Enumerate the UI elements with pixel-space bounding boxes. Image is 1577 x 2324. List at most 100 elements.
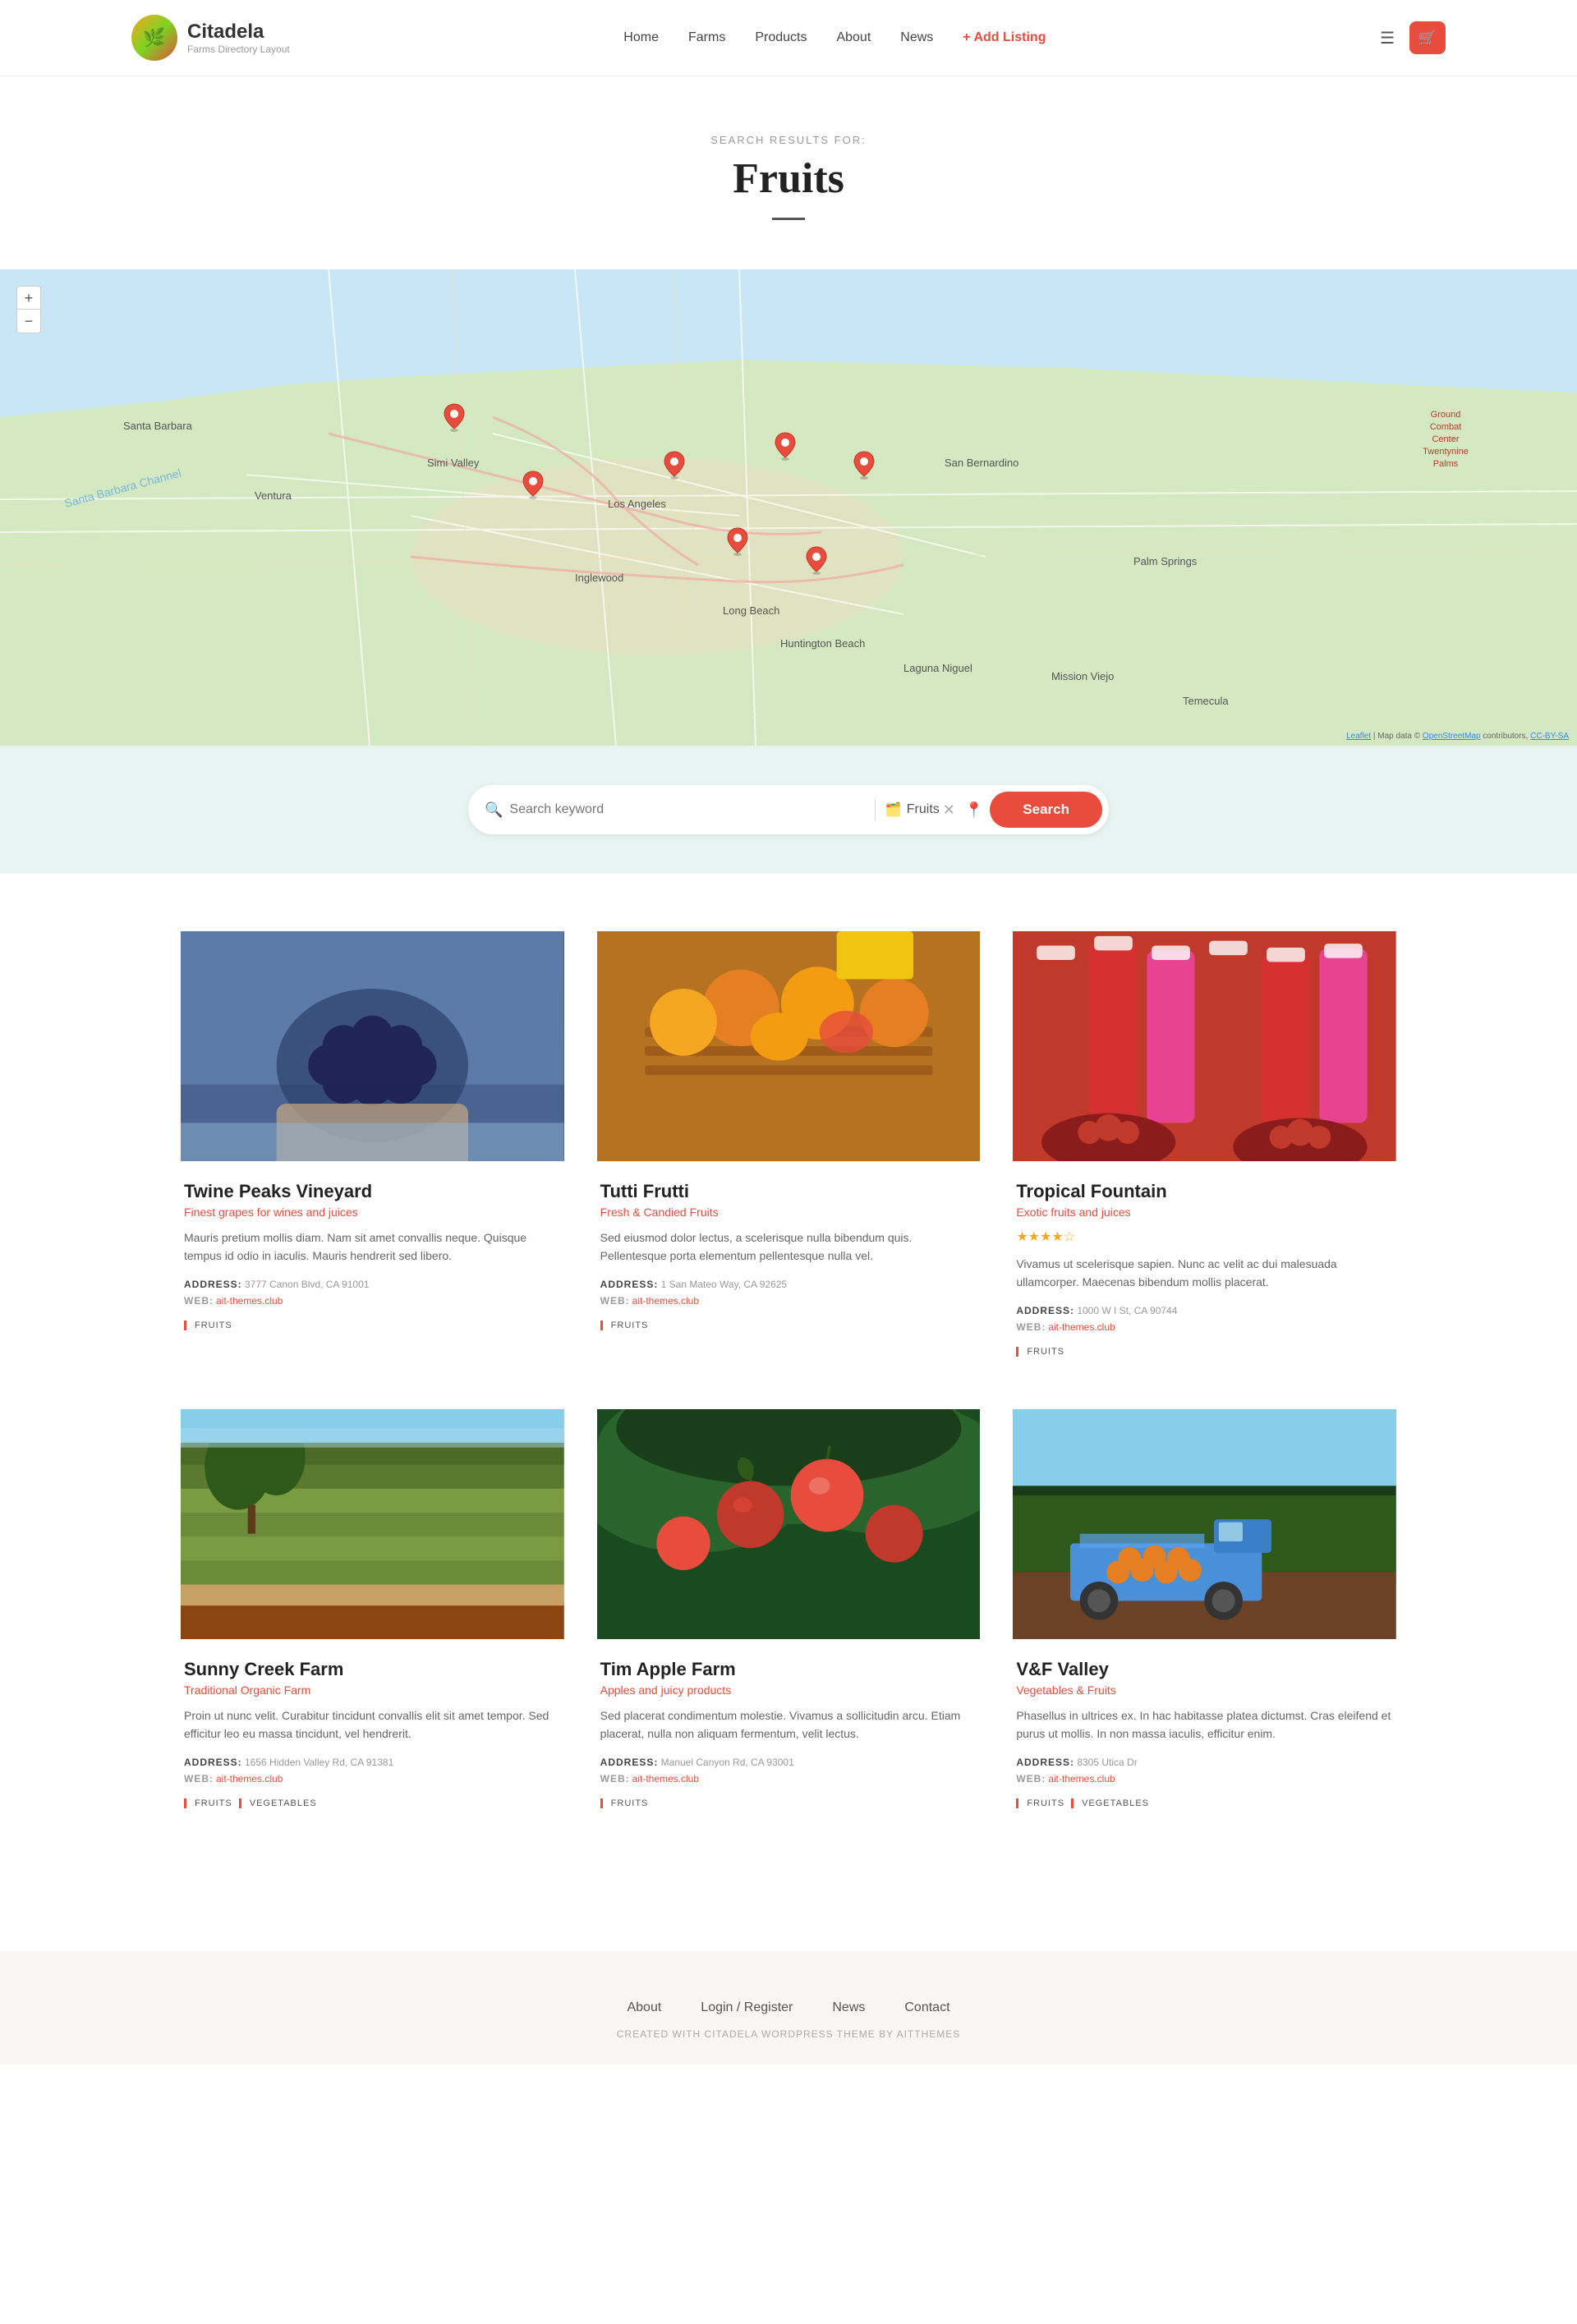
listing-name-3[interactable]: Tropical Fountain xyxy=(1016,1181,1393,1202)
header: 🌿 Citadela Farms Directory Layout Home F… xyxy=(0,0,1577,76)
tag-fruits-2[interactable]: FRUITS xyxy=(600,1320,649,1330)
cart-button[interactable]: 🛒 xyxy=(1409,21,1446,54)
nav-home[interactable]: Home xyxy=(623,30,659,45)
listing-desc-5: Sed placerat condimentum molestie. Vivam… xyxy=(600,1706,977,1743)
zoom-in-button[interactable]: + xyxy=(17,287,40,310)
listing-category-5: Apples and juicy products xyxy=(600,1683,977,1697)
svg-text:San Bernardino: San Bernardino xyxy=(945,457,1018,469)
listing-web-2: Web: ait-themes.club xyxy=(600,1295,977,1307)
nav-farms[interactable]: Farms xyxy=(688,30,725,45)
listing-image-2 xyxy=(597,931,981,1161)
nav-products[interactable]: Products xyxy=(755,30,807,45)
listing-body-2: Tutti Frutti Fresh & Candied Fruits Sed … xyxy=(597,1161,981,1350)
footer-link-contact[interactable]: Contact xyxy=(904,2000,949,2015)
search-divider xyxy=(875,798,876,821)
listing-card-2: Tutti Frutti Fresh & Candied Fruits Sed … xyxy=(597,931,981,1376)
svg-text:Mission Viejo: Mission Viejo xyxy=(1051,670,1114,682)
listing-web-link-3[interactable]: ait-themes.club xyxy=(1048,1321,1115,1333)
listing-web-link-1[interactable]: ait-themes.club xyxy=(216,1295,283,1307)
listing-image-6 xyxy=(1013,1409,1396,1639)
clear-category-button[interactable]: ✕ xyxy=(940,801,959,819)
leaflet-link[interactable]: Leaflet xyxy=(1346,732,1371,741)
listing-web-3: Web: ait-themes.club xyxy=(1016,1321,1393,1334)
search-bar-section: 🔍 🗂️ Fruits ✕ 📍 Search xyxy=(0,746,1577,874)
map-pin-1[interactable] xyxy=(442,402,467,432)
map-pin-4[interactable] xyxy=(852,450,876,480)
listing-address-1: Address: 3777 Canon Blvd, CA 91001 xyxy=(184,1279,561,1290)
tag-vegetables-6[interactable]: VEGETABLES xyxy=(1071,1798,1149,1808)
listing-web-link-2[interactable]: ait-themes.club xyxy=(632,1295,699,1307)
listing-body-4: Sunny Creek Farm Traditional Organic Far… xyxy=(181,1639,564,1828)
header-icons: ☰ 🛒 xyxy=(1380,21,1446,54)
listing-image-1 xyxy=(181,931,564,1161)
ccbysa-link[interactable]: CC-BY-SA xyxy=(1530,732,1569,741)
map-pin-6[interactable] xyxy=(804,545,829,575)
nav-about[interactable]: About xyxy=(836,30,871,45)
search-submit-button[interactable]: Search xyxy=(990,792,1102,828)
listing-name-6[interactable]: V&F Valley xyxy=(1016,1659,1393,1680)
svg-text:Ground: Ground xyxy=(1431,410,1461,420)
listing-name-5[interactable]: Tim Apple Farm xyxy=(600,1659,977,1680)
map-pin-5[interactable] xyxy=(725,526,750,556)
listing-address-4: Address: 1656 Hidden Valley Rd, CA 91381 xyxy=(184,1757,561,1768)
svg-text:Palms: Palms xyxy=(1433,459,1459,469)
listing-address-3: Address: 1000 W I St, CA 90744 xyxy=(1016,1305,1393,1316)
listing-address-5: Address: Manuel Canyon Rd, CA 93001 xyxy=(600,1757,977,1768)
footer-link-login[interactable]: Login / Register xyxy=(701,2000,793,2015)
map-pin-3[interactable] xyxy=(773,431,798,461)
listing-name-1[interactable]: Twine Peaks Vineyard xyxy=(184,1181,561,1202)
listing-tags-1: FRUITS xyxy=(184,1320,561,1330)
tag-fruits-5[interactable]: FRUITS xyxy=(600,1798,649,1808)
footer-link-about[interactable]: About xyxy=(627,2000,661,2015)
svg-text:Twentynine: Twentynine xyxy=(1423,447,1469,457)
zoom-out-button[interactable]: − xyxy=(17,310,40,333)
svg-text:Los Angeles: Los Angeles xyxy=(608,498,666,510)
svg-text:Huntington Beach: Huntington Beach xyxy=(780,637,865,650)
listing-web-6: Web: ait-themes.club xyxy=(1016,1773,1393,1785)
main-nav: Home Farms Products About News + Add Lis… xyxy=(623,30,1046,45)
category-select[interactable]: 🗂️ Fruits xyxy=(885,801,940,818)
listing-name-2[interactable]: Tutti Frutti xyxy=(600,1181,977,1202)
nav-add-listing[interactable]: + Add Listing xyxy=(963,30,1046,45)
listing-web-link-6[interactable]: ait-themes.club xyxy=(1048,1773,1115,1784)
listing-category-6: Vegetables & Fruits xyxy=(1016,1683,1393,1697)
location-button[interactable]: 📍 xyxy=(959,801,990,819)
tag-fruits-6[interactable]: FRUITS xyxy=(1016,1798,1064,1808)
map-pin-2[interactable] xyxy=(662,450,687,480)
listing-web-link-4[interactable]: ait-themes.club xyxy=(216,1773,283,1784)
site-subtitle: Farms Directory Layout xyxy=(187,44,290,55)
search-results-label: SEARCH RESULTS FOR: xyxy=(0,134,1577,146)
listing-address-2: Address: 1 San Mateo Way, CA 92625 xyxy=(600,1279,977,1290)
listing-category-3: Exotic fruits and juices xyxy=(1016,1206,1393,1219)
search-input[interactable] xyxy=(509,802,864,817)
listing-tags-6: FRUITS VEGETABLES xyxy=(1016,1798,1393,1808)
listing-web-1: Web: ait-themes.club xyxy=(184,1295,561,1307)
tag-fruits-1[interactable]: FRUITS xyxy=(184,1320,232,1330)
osm-link[interactable]: OpenStreetMap xyxy=(1423,732,1481,741)
tag-fruits-3[interactable]: FRUITS xyxy=(1016,1347,1064,1357)
listing-name-4[interactable]: Sunny Creek Farm xyxy=(184,1659,561,1680)
listing-desc-6: Phasellus in ultrices ex. In hac habitas… xyxy=(1016,1706,1393,1743)
listing-card-4: Sunny Creek Farm Traditional Organic Far… xyxy=(181,1409,564,1828)
nav-news[interactable]: News xyxy=(900,30,933,45)
listing-card-6: V&F Valley Vegetables & Fruits Phasellus… xyxy=(1013,1409,1396,1828)
hamburger-icon[interactable]: ☰ xyxy=(1380,28,1395,48)
map-svg: Santa Barbara Channel Ground Combat Cent… xyxy=(0,269,1577,746)
category-label: Fruits xyxy=(907,802,940,817)
svg-text:Simi Valley: Simi Valley xyxy=(427,457,480,469)
tag-fruits-4[interactable]: FRUITS xyxy=(184,1798,232,1808)
tag-vegetables-4[interactable]: VEGETABLES xyxy=(239,1798,317,1808)
listing-card-5: Tim Apple Farm Apples and juicy products… xyxy=(597,1409,981,1828)
listing-desc-1: Mauris pretium mollis diam. Nam sit amet… xyxy=(184,1229,561,1265)
category-icon: 🗂️ xyxy=(885,801,902,818)
map-container: Santa Barbara Channel Ground Combat Cent… xyxy=(0,269,1577,746)
footer-link-news[interactable]: News xyxy=(832,2000,865,2015)
footer-credit: CREATED WITH CITADELA WORDPRESS THEME BY… xyxy=(0,2028,1577,2040)
listing-tags-3: FRUITS xyxy=(1016,1347,1393,1357)
listing-desc-3: Vivamus ut scelerisque sapien. Nunc ac v… xyxy=(1016,1255,1393,1292)
search-icon: 🔍 xyxy=(485,801,503,819)
map-pin-7[interactable] xyxy=(521,470,545,499)
listing-web-link-5[interactable]: ait-themes.club xyxy=(632,1773,699,1784)
svg-text:Palm Springs: Palm Springs xyxy=(1133,555,1198,567)
site-title: Citadela xyxy=(187,21,290,44)
